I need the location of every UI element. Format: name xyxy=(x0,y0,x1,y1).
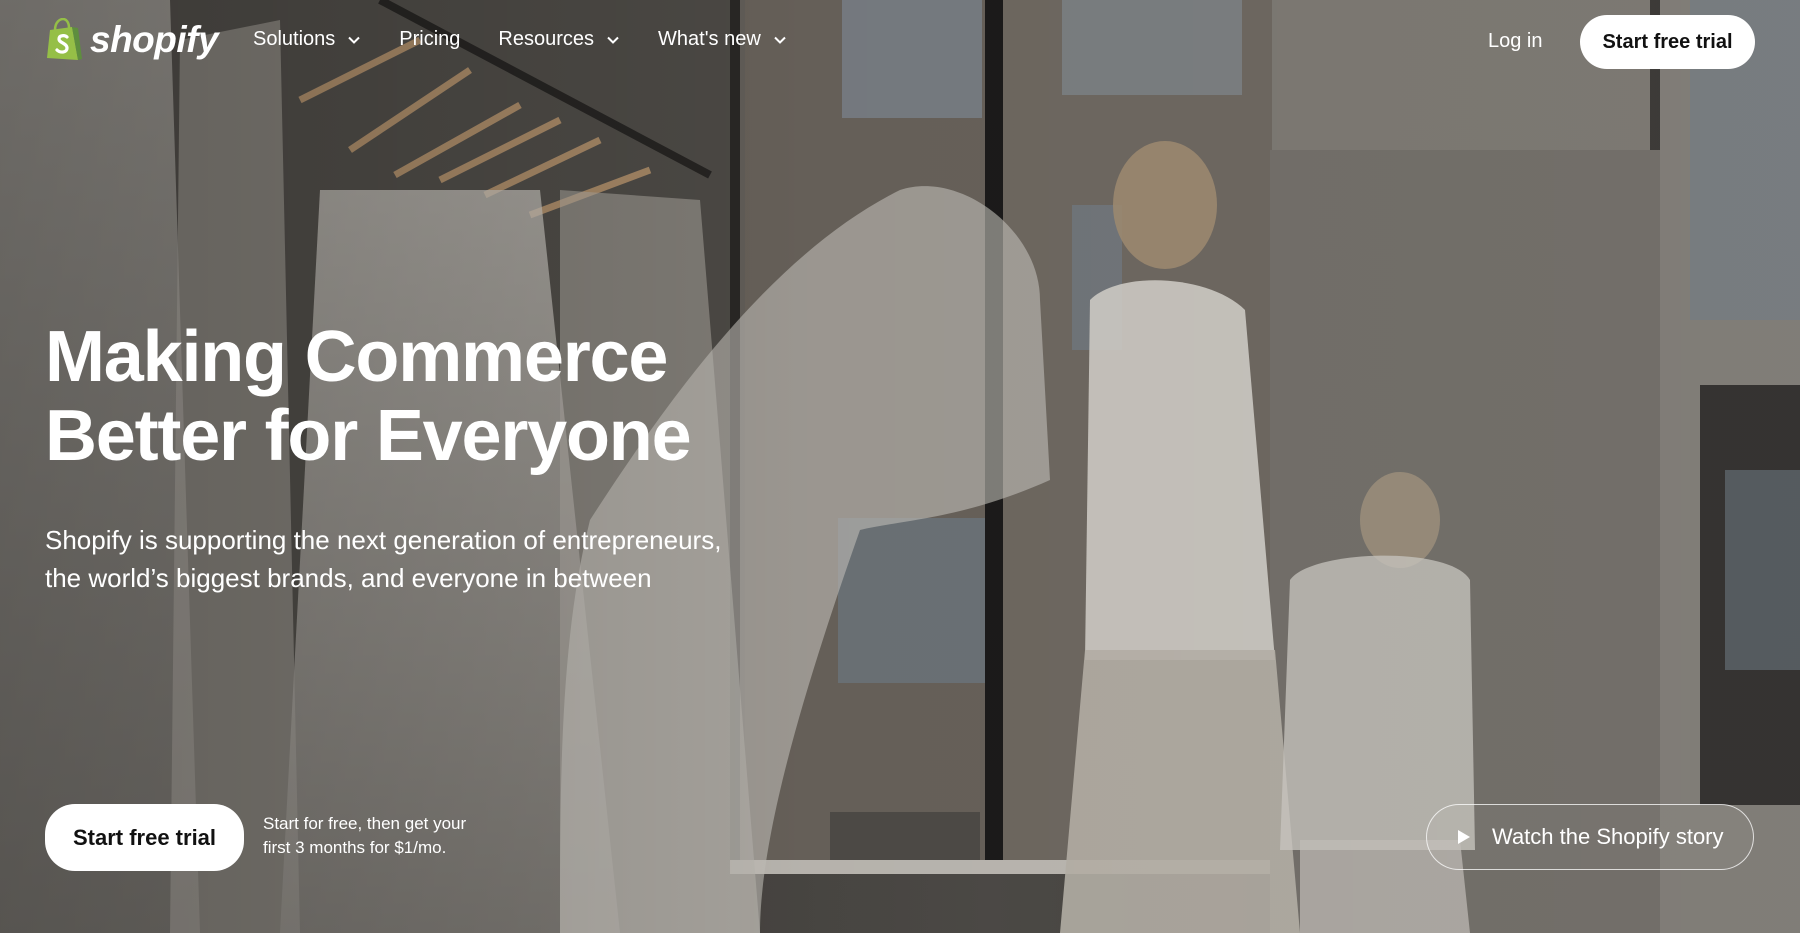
nav-links: Solutions Pricing Resources What's new xyxy=(253,28,825,51)
trial-note-line-1: Start for free, then get your xyxy=(263,814,467,833)
play-icon xyxy=(1458,830,1470,844)
hero-section: shopify Solutions Pricing Resources What… xyxy=(0,0,1800,933)
nav-item-label: Solutions xyxy=(253,28,336,50)
shopify-logo[interactable]: shopify xyxy=(44,18,219,62)
trial-note-line-2: first 3 months for $1/mo. xyxy=(263,838,447,857)
nav-item-label: Resources xyxy=(498,28,595,50)
top-navigation: shopify Solutions Pricing Resources What… xyxy=(0,0,1800,86)
nav-item-solutions[interactable]: Solutions xyxy=(253,28,361,51)
start-free-trial-button[interactable]: Start free trial xyxy=(1580,15,1755,69)
trial-offer-note: Start for free, then get your first 3 mo… xyxy=(263,812,503,860)
shopping-bag-icon xyxy=(47,18,82,60)
nav-item-resources[interactable]: Resources xyxy=(498,28,620,51)
chevron-down-icon xyxy=(607,36,619,44)
hero-subheading: Shopify is supporting the next generatio… xyxy=(45,521,825,597)
watch-story-button[interactable]: Watch the Shopify story xyxy=(1426,804,1754,870)
hero-start-free-trial-button[interactable]: Start free trial xyxy=(45,804,244,871)
nav-item-whats-new[interactable]: What's new xyxy=(658,28,787,51)
hero-headline: Making Commerce Better for Everyone xyxy=(45,318,845,476)
subheading-line-1: Shopify is supporting the next generatio… xyxy=(45,525,722,555)
watch-story-label: Watch the Shopify story xyxy=(1492,824,1724,849)
nav-item-pricing[interactable]: Pricing xyxy=(399,28,460,51)
chevron-down-icon xyxy=(774,36,786,44)
chevron-down-icon xyxy=(348,36,360,44)
headline-line-1: Making Commerce xyxy=(45,317,668,397)
login-link[interactable]: Log in xyxy=(1488,30,1543,53)
nav-item-label: Pricing xyxy=(399,28,461,50)
headline-line-2: Better for Everyone xyxy=(45,396,692,476)
nav-item-label: What's new xyxy=(658,28,761,50)
logo-wordmark: shopify xyxy=(90,19,219,60)
subheading-line-2: the world’s biggest brands, and everyone… xyxy=(45,563,652,593)
